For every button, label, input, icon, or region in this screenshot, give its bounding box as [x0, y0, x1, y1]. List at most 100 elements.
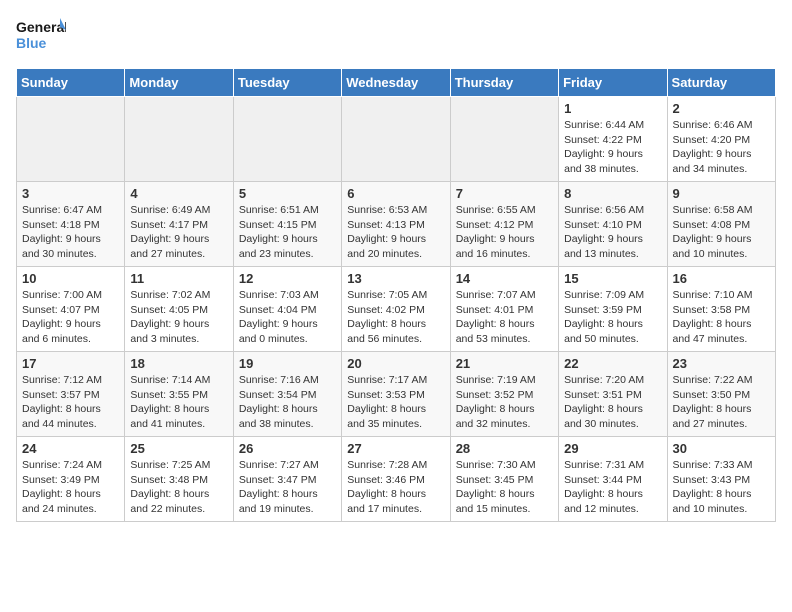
- calendar-cell: 5 Sunrise: 6:51 AM Sunset: 4:15 PM Daylig…: [233, 182, 341, 267]
- calendar-cell: 14 Sunrise: 7:07 AM Sunset: 4:01 PM Dayli…: [450, 267, 558, 352]
- day-info: Sunrise: 7:05 AM Sunset: 4:02 PM Dayligh…: [347, 288, 444, 347]
- calendar-cell: 16 Sunrise: 7:10 AM Sunset: 3:58 PM Dayli…: [667, 267, 775, 352]
- calendar-cell: 12 Sunrise: 7:03 AM Sunset: 4:04 PM Dayli…: [233, 267, 341, 352]
- day-number: 2: [673, 101, 770, 116]
- day-info: Sunrise: 7:07 AM Sunset: 4:01 PM Dayligh…: [456, 288, 553, 347]
- calendar-cell: [233, 97, 341, 182]
- day-info: Sunrise: 7:31 AM Sunset: 3:44 PM Dayligh…: [564, 458, 661, 517]
- day-info: Sunrise: 7:25 AM Sunset: 3:48 PM Dayligh…: [130, 458, 227, 517]
- day-info: Sunrise: 7:22 AM Sunset: 3:50 PM Dayligh…: [673, 373, 770, 432]
- day-number: 26: [239, 441, 336, 456]
- calendar-cell: 29 Sunrise: 7:31 AM Sunset: 3:44 PM Dayli…: [559, 437, 667, 522]
- day-number: 22: [564, 356, 661, 371]
- calendar-cell: 17 Sunrise: 7:12 AM Sunset: 3:57 PM Dayli…: [17, 352, 125, 437]
- day-number: 7: [456, 186, 553, 201]
- calendar-week-row: 17 Sunrise: 7:12 AM Sunset: 3:57 PM Dayli…: [17, 352, 776, 437]
- day-number: 19: [239, 356, 336, 371]
- day-info: Sunrise: 7:19 AM Sunset: 3:52 PM Dayligh…: [456, 373, 553, 432]
- calendar-week-row: 1 Sunrise: 6:44 AM Sunset: 4:22 PM Daylig…: [17, 97, 776, 182]
- calendar-cell: 19 Sunrise: 7:16 AM Sunset: 3:54 PM Dayli…: [233, 352, 341, 437]
- day-info: Sunrise: 7:14 AM Sunset: 3:55 PM Dayligh…: [130, 373, 227, 432]
- calendar-cell: 23 Sunrise: 7:22 AM Sunset: 3:50 PM Dayli…: [667, 352, 775, 437]
- calendar-cell: 8Sunrise: 6:56 AM Sunset: 4:10 PM Daylig…: [559, 182, 667, 267]
- day-info: Sunrise: 7:12 AM Sunset: 3:57 PM Dayligh…: [22, 373, 119, 432]
- calendar-cell: 11 Sunrise: 7:02 AM Sunset: 4:05 PM Dayli…: [125, 267, 233, 352]
- day-info: Sunrise: 6:51 AM Sunset: 4:15 PM Dayligh…: [239, 203, 336, 262]
- calendar-cell: 9 Sunrise: 6:58 AM Sunset: 4:08 PM Daylig…: [667, 182, 775, 267]
- calendar-week-row: 3 Sunrise: 6:47 AM Sunset: 4:18 PM Daylig…: [17, 182, 776, 267]
- calendar-week-row: 10 Sunrise: 7:00 AM Sunset: 4:07 PM Dayli…: [17, 267, 776, 352]
- day-info: Sunrise: 6:58 AM Sunset: 4:08 PM Dayligh…: [673, 203, 770, 262]
- weekday-header: Sunday: [17, 69, 125, 97]
- calendar-cell: 6Sunrise: 6:53 AM Sunset: 4:13 PM Daylig…: [342, 182, 450, 267]
- calendar-cell: 27 Sunrise: 7:28 AM Sunset: 3:46 PM Dayli…: [342, 437, 450, 522]
- day-info: Sunrise: 6:44 AM Sunset: 4:22 PM Dayligh…: [564, 118, 661, 177]
- day-number: 11: [130, 271, 227, 286]
- weekday-header: Wednesday: [342, 69, 450, 97]
- svg-text:Blue: Blue: [16, 35, 47, 51]
- day-number: 6: [347, 186, 444, 201]
- day-info: Sunrise: 7:30 AM Sunset: 3:45 PM Dayligh…: [456, 458, 553, 517]
- calendar-cell: [450, 97, 558, 182]
- day-info: Sunrise: 6:46 AM Sunset: 4:20 PM Dayligh…: [673, 118, 770, 177]
- day-info: Sunrise: 7:10 AM Sunset: 3:58 PM Dayligh…: [673, 288, 770, 347]
- logo-svg: General Blue: [16, 16, 66, 56]
- calendar-header-row: SundayMondayTuesdayWednesdayThursdayFrid…: [17, 69, 776, 97]
- day-info: Sunrise: 6:55 AM Sunset: 4:12 PM Dayligh…: [456, 203, 553, 262]
- day-info: Sunrise: 6:49 AM Sunset: 4:17 PM Dayligh…: [130, 203, 227, 262]
- day-number: 15: [564, 271, 661, 286]
- day-info: Sunrise: 7:17 AM Sunset: 3:53 PM Dayligh…: [347, 373, 444, 432]
- calendar-cell: 21Sunrise: 7:19 AM Sunset: 3:52 PM Dayli…: [450, 352, 558, 437]
- weekday-header: Tuesday: [233, 69, 341, 97]
- day-number: 10: [22, 271, 119, 286]
- day-info: Sunrise: 7:09 AM Sunset: 3:59 PM Dayligh…: [564, 288, 661, 347]
- day-number: 5: [239, 186, 336, 201]
- svg-text:General: General: [16, 19, 66, 35]
- day-number: 25: [130, 441, 227, 456]
- day-info: Sunrise: 6:47 AM Sunset: 4:18 PM Dayligh…: [22, 203, 119, 262]
- calendar-cell: 24 Sunrise: 7:24 AM Sunset: 3:49 PM Dayli…: [17, 437, 125, 522]
- day-number: 29: [564, 441, 661, 456]
- day-info: Sunrise: 7:02 AM Sunset: 4:05 PM Dayligh…: [130, 288, 227, 347]
- top-bar: General Blue: [16, 16, 776, 60]
- day-number: 3: [22, 186, 119, 201]
- day-number: 20: [347, 356, 444, 371]
- day-number: 18: [130, 356, 227, 371]
- day-number: 27: [347, 441, 444, 456]
- day-info: Sunrise: 7:20 AM Sunset: 3:51 PM Dayligh…: [564, 373, 661, 432]
- day-number: 14: [456, 271, 553, 286]
- calendar-cell: 28 Sunrise: 7:30 AM Sunset: 3:45 PM Dayli…: [450, 437, 558, 522]
- day-number: 23: [673, 356, 770, 371]
- calendar-cell: [125, 97, 233, 182]
- day-number: 28: [456, 441, 553, 456]
- day-number: 13: [347, 271, 444, 286]
- calendar-cell: 13 Sunrise: 7:05 AM Sunset: 4:02 PM Dayli…: [342, 267, 450, 352]
- calendar-cell: 25 Sunrise: 7:25 AM Sunset: 3:48 PM Dayli…: [125, 437, 233, 522]
- day-info: Sunrise: 7:33 AM Sunset: 3:43 PM Dayligh…: [673, 458, 770, 517]
- calendar-cell: 4 Sunrise: 6:49 AM Sunset: 4:17 PM Daylig…: [125, 182, 233, 267]
- day-number: 24: [22, 441, 119, 456]
- weekday-header: Saturday: [667, 69, 775, 97]
- day-info: Sunrise: 7:03 AM Sunset: 4:04 PM Dayligh…: [239, 288, 336, 347]
- day-number: 4: [130, 186, 227, 201]
- day-number: 12: [239, 271, 336, 286]
- day-info: Sunrise: 7:28 AM Sunset: 3:46 PM Dayligh…: [347, 458, 444, 517]
- day-info: Sunrise: 7:27 AM Sunset: 3:47 PM Dayligh…: [239, 458, 336, 517]
- calendar-cell: 10 Sunrise: 7:00 AM Sunset: 4:07 PM Dayli…: [17, 267, 125, 352]
- calendar-cell: 20 Sunrise: 7:17 AM Sunset: 3:53 PM Dayli…: [342, 352, 450, 437]
- weekday-header: Thursday: [450, 69, 558, 97]
- calendar-cell: 26 Sunrise: 7:27 AM Sunset: 3:47 PM Dayli…: [233, 437, 341, 522]
- day-info: Sunrise: 7:16 AM Sunset: 3:54 PM Dayligh…: [239, 373, 336, 432]
- day-number: 30: [673, 441, 770, 456]
- calendar-table: SundayMondayTuesdayWednesdayThursdayFrid…: [16, 68, 776, 522]
- day-number: 16: [673, 271, 770, 286]
- day-number: 17: [22, 356, 119, 371]
- calendar-cell: 3 Sunrise: 6:47 AM Sunset: 4:18 PM Daylig…: [17, 182, 125, 267]
- day-info: Sunrise: 7:00 AM Sunset: 4:07 PM Dayligh…: [22, 288, 119, 347]
- calendar-cell: 2 Sunrise: 6:46 AM Sunset: 4:20 PM Daylig…: [667, 97, 775, 182]
- day-number: 8: [564, 186, 661, 201]
- calendar-week-row: 24 Sunrise: 7:24 AM Sunset: 3:49 PM Dayli…: [17, 437, 776, 522]
- day-number: 1: [564, 101, 661, 116]
- day-info: Sunrise: 7:24 AM Sunset: 3:49 PM Dayligh…: [22, 458, 119, 517]
- day-number: 9: [673, 186, 770, 201]
